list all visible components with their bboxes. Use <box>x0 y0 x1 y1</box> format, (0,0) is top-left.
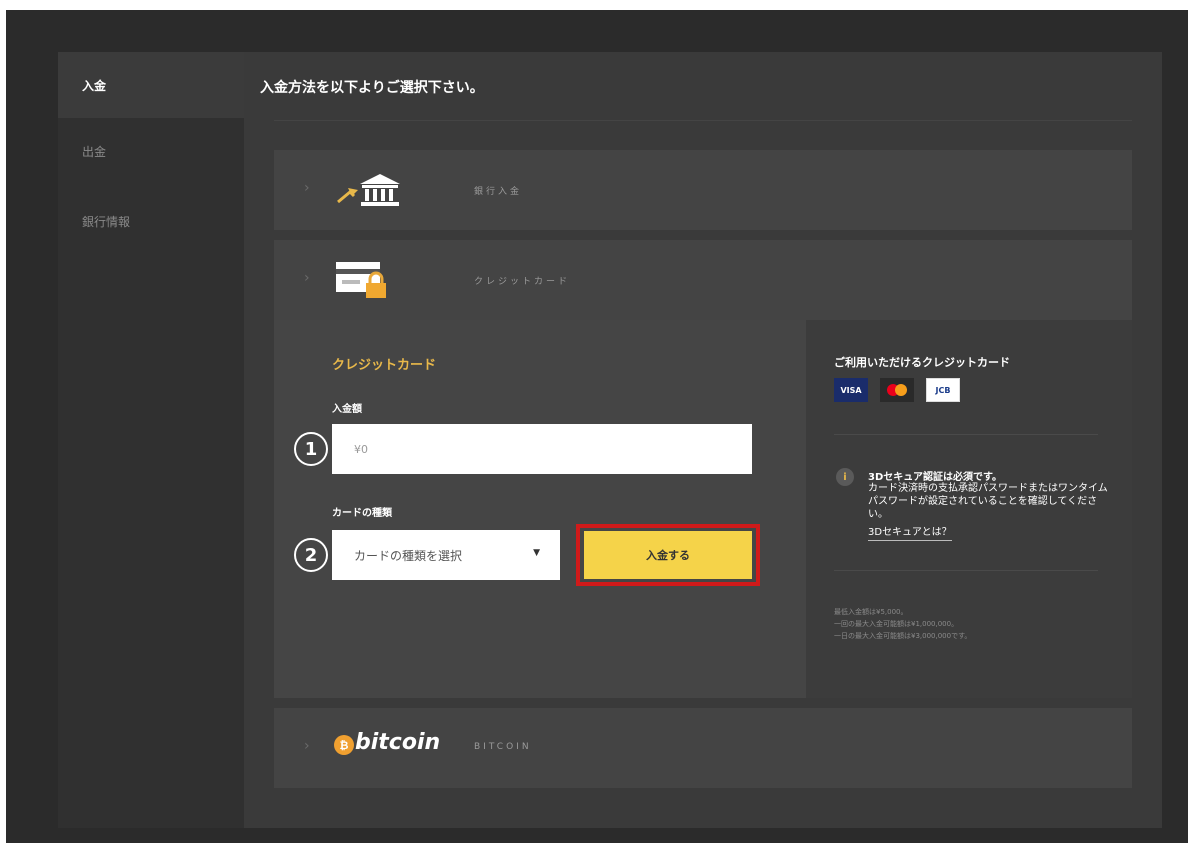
limit-line: 一日の最大入金可能額は¥3,000,000です。 <box>834 632 972 640</box>
credit-card-form-section: クレジットカード 入金額 1 カードの種類 2 カードの種類を選択 ▼ 入金する… <box>274 320 1132 698</box>
deposit-panel: 入金 出金 銀行情報 入金方法を以下よりご選択下さい。 › 銀行入金 › クレジ… <box>58 52 1162 828</box>
chevron-down-icon: › <box>304 270 310 286</box>
credit-card-info: ご利用いただけるクレジットカード VISA JCB i 3Dセキュア認証は必須で… <box>806 320 1132 698</box>
accepted-cards-title: ご利用いただけるクレジットカード <box>834 356 1010 369</box>
visa-icon: VISA <box>834 378 868 402</box>
secure-info-link[interactable]: 3Dセキュアとは？ <box>868 523 952 541</box>
bitcoin-logo-text: bitcoin <box>355 730 441 755</box>
form-title: クレジットカード <box>332 358 437 373</box>
card-type-label: カードの種類 <box>332 508 392 519</box>
bank-icon <box>334 172 406 212</box>
credit-card-form: クレジットカード 入金額 1 カードの種類 2 カードの種類を選択 ▼ 入金する <box>274 320 804 698</box>
sidebar-item-bank-info[interactable]: 銀行情報 <box>58 188 244 254</box>
method-label: BITCOIN <box>474 742 532 752</box>
limit-line: 一回の最大入金可能額は¥1,000,000。 <box>834 620 959 628</box>
sidebar-item-label: 銀行情報 <box>82 214 131 229</box>
amount-input[interactable] <box>332 424 752 474</box>
amount-label: 入金額 <box>332 404 362 415</box>
method-bank-transfer[interactable]: › 銀行入金 <box>274 150 1132 230</box>
credit-card-lock-icon <box>334 260 390 304</box>
main-content: 入金方法を以下よりご選択下さい。 › 銀行入金 › クレジットカード クレジット… <box>244 52 1162 828</box>
divider <box>834 570 1098 571</box>
sidebar: 入金 出金 銀行情報 <box>58 52 244 828</box>
jcb-icon: JCB <box>926 378 960 402</box>
mastercard-icon <box>880 378 914 402</box>
deposit-limits: 最低入金額は¥5,000。 一回の最大入金可能額は¥1,000,000。 一日の… <box>834 606 971 642</box>
page-title: 入金方法を以下よりご選択下さい。 <box>260 80 484 96</box>
sidebar-item-withdraw[interactable]: 出金 <box>58 118 244 184</box>
method-credit-card[interactable]: › クレジットカード <box>274 240 1132 320</box>
method-label: クレジットカード <box>474 277 571 287</box>
limit-line: 最低入金額は¥5,000。 <box>834 608 908 616</box>
card-type-select[interactable]: カードの種類を選択 ▼ <box>332 530 560 580</box>
chevron-right-icon: › <box>304 738 310 754</box>
chevron-right-icon: › <box>304 180 310 196</box>
app-frame: 入金 出金 銀行情報 入金方法を以下よりご選択下さい。 › 銀行入金 › クレジ… <box>6 10 1188 843</box>
card-logos: VISA JCB <box>834 378 960 402</box>
caret-down-icon: ▼ <box>533 548 540 558</box>
divider <box>274 120 1132 121</box>
info-icon: i <box>836 468 854 486</box>
sidebar-item-deposit[interactable]: 入金 <box>58 52 244 118</box>
bitcoin-icon: ₿ <box>334 735 354 755</box>
secure-title: 3Dセキュア認証は必須です。 <box>868 472 1003 483</box>
step-2-badge: 2 <box>294 538 328 572</box>
method-bitcoin[interactable]: › ₿ bitcoin BITCOIN <box>274 708 1132 788</box>
card-type-select-value: カードの種類を選択 <box>354 548 463 563</box>
sidebar-item-label: 入金 <box>82 78 107 93</box>
sidebar-item-label: 出金 <box>82 144 107 159</box>
step-1-badge: 1 <box>294 432 328 466</box>
method-label: 銀行入金 <box>474 187 523 197</box>
secure-description: カード決済時の支払承認パスワードまたはワンタイムパスワードが設定されていることを… <box>868 483 1108 520</box>
deposit-submit-button[interactable]: 入金する <box>584 531 752 579</box>
divider <box>834 434 1098 435</box>
